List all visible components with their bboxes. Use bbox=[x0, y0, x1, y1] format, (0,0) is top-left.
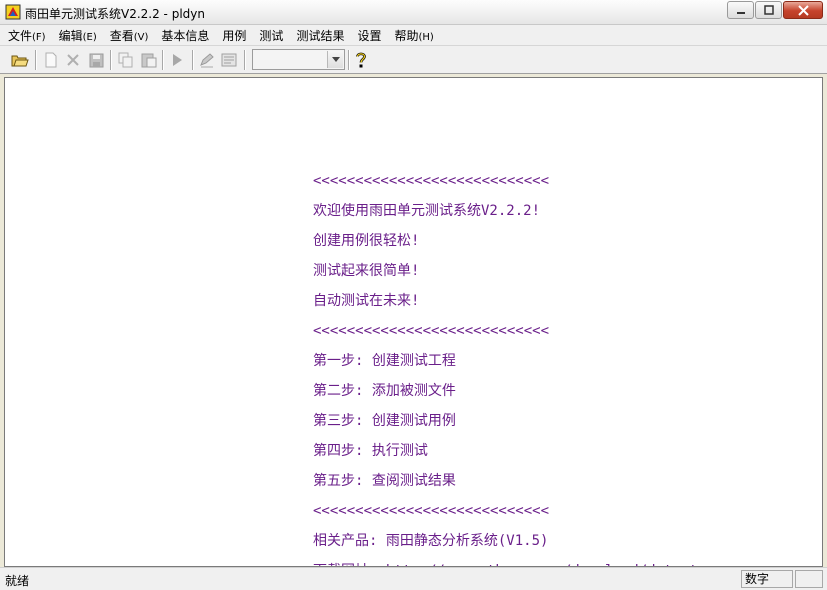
menu-settings-label: 设置 bbox=[357, 28, 382, 43]
menu-help-label: 帮助 bbox=[394, 28, 419, 43]
welcome-text: <<<<<<<<<<<<<<<<<<<<<<<<<<<< 欢迎使用雨田单元测试系… bbox=[313, 166, 698, 566]
step-line: 第一步: 创建测试工程 bbox=[313, 353, 456, 369]
paste-icon bbox=[141, 53, 157, 68]
menu-help-mnemonic: (H) bbox=[418, 31, 434, 43]
status-panel bbox=[795, 570, 823, 588]
delete-button[interactable] bbox=[62, 49, 84, 71]
welcome-line: 欢迎使用雨田单元测试系统V2.2.2! bbox=[313, 203, 541, 219]
toolbar bbox=[0, 46, 827, 74]
paste-button[interactable] bbox=[138, 49, 160, 71]
menu-view[interactable]: 查看(V) bbox=[102, 27, 154, 44]
chevron-down-icon bbox=[331, 57, 340, 62]
menu-test-results-label: 测试结果 bbox=[296, 28, 345, 43]
slogan-line: 测试起来很简单! bbox=[313, 263, 420, 279]
menu-basic-info[interactable]: 基本信息 bbox=[153, 27, 214, 44]
combo-dropdown-button[interactable] bbox=[327, 51, 343, 68]
menu-edit[interactable]: 编辑(E) bbox=[51, 27, 102, 44]
menu-help[interactable]: 帮助(H) bbox=[386, 27, 438, 44]
report-button[interactable] bbox=[218, 49, 240, 71]
menu-file-mnemonic: (F) bbox=[32, 31, 46, 43]
related-product-line: 相关产品: 雨田静态分析系统(V1.5) bbox=[313, 533, 549, 549]
copy-icon bbox=[118, 52, 133, 68]
toolbar-separator bbox=[110, 50, 112, 70]
toolbar-separator bbox=[162, 50, 164, 70]
menu-basic-info-label: 基本信息 bbox=[161, 28, 210, 43]
open-button[interactable] bbox=[9, 49, 31, 71]
run-icon bbox=[173, 54, 182, 66]
menu-test-case[interactable]: 用例 bbox=[214, 27, 251, 44]
new-file-icon bbox=[45, 52, 57, 68]
edit-icon bbox=[200, 53, 214, 68]
toolbar-separator bbox=[244, 50, 246, 70]
save-icon bbox=[89, 53, 103, 67]
toolbar-separator bbox=[35, 50, 37, 70]
delete-icon bbox=[67, 54, 79, 66]
edit-button[interactable] bbox=[196, 49, 218, 71]
divider-line: <<<<<<<<<<<<<<<<<<<<<<<<<<<< bbox=[313, 173, 550, 189]
open-folder-icon bbox=[11, 55, 29, 67]
menu-view-mnemonic: (V) bbox=[133, 31, 149, 43]
toolbar-separator bbox=[192, 50, 194, 70]
divider-line: <<<<<<<<<<<<<<<<<<<<<<<<<<<< bbox=[313, 503, 550, 519]
menu-settings[interactable]: 设置 bbox=[349, 27, 386, 44]
welcome-panel[interactable]: <<<<<<<<<<<<<<<<<<<<<<<<<<<< 欢迎使用雨田单元测试系… bbox=[4, 77, 823, 567]
new-button[interactable] bbox=[40, 49, 62, 71]
step-line: 第三步: 创建测试用例 bbox=[313, 413, 456, 429]
project-combo[interactable] bbox=[252, 49, 345, 70]
menu-edit-mnemonic: (E) bbox=[82, 31, 97, 43]
minimize-button[interactable] bbox=[727, 1, 754, 19]
menu-test-label: 测试 bbox=[259, 28, 284, 43]
step-line: 第四步: 执行测试 bbox=[313, 443, 428, 459]
minimize-icon bbox=[736, 12, 745, 14]
divider-line: <<<<<<<<<<<<<<<<<<<<<<<<<<<< bbox=[313, 323, 550, 339]
window-title: 雨田单元测试系统V2.2.2 - pldyn bbox=[25, 7, 205, 21]
menu-test[interactable]: 测试 bbox=[251, 27, 288, 44]
copy-button[interactable] bbox=[115, 49, 137, 71]
maximize-button[interactable] bbox=[755, 1, 782, 19]
close-button[interactable] bbox=[783, 1, 823, 19]
menu-test-case-label: 用例 bbox=[222, 28, 247, 43]
menu-test-results[interactable]: 测试结果 bbox=[288, 27, 349, 44]
menu-edit-label: 编辑 bbox=[58, 28, 83, 43]
help-icon bbox=[356, 52, 366, 68]
slogan-line: 自动测试在未来! bbox=[313, 293, 420, 309]
download-url-line[interactable]: 下载网址: http://www.rtboss.com/download/det… bbox=[313, 556, 698, 566]
step-line: 第五步: 查阅测试结果 bbox=[313, 473, 456, 489]
title-bar: 雨田单元测试系统V2.2.2 - pldyn bbox=[0, 0, 827, 25]
menu-file-label: 文件 bbox=[8, 28, 33, 43]
numlock-indicator: 数字 bbox=[741, 570, 793, 588]
run-button[interactable] bbox=[166, 49, 188, 71]
menu-file[interactable]: 文件(F) bbox=[0, 27, 51, 44]
save-button[interactable] bbox=[85, 49, 107, 71]
menu-view-label: 查看 bbox=[109, 28, 134, 43]
help-button[interactable] bbox=[350, 49, 372, 71]
step-line: 第二步: 添加被测文件 bbox=[313, 383, 456, 399]
maximize-icon bbox=[763, 5, 774, 15]
report-icon bbox=[221, 53, 237, 67]
close-icon bbox=[797, 4, 809, 16]
menu-bar: 文件(F) 编辑(E) 查看(V) 基本信息 用例 测试 测试结果 设置 帮助(… bbox=[0, 25, 827, 46]
status-bar: 就绪 数字 bbox=[0, 567, 827, 590]
app-icon bbox=[5, 4, 21, 20]
status-text: 就绪 bbox=[5, 574, 30, 588]
slogan-line: 创建用例很轻松! bbox=[313, 233, 420, 249]
